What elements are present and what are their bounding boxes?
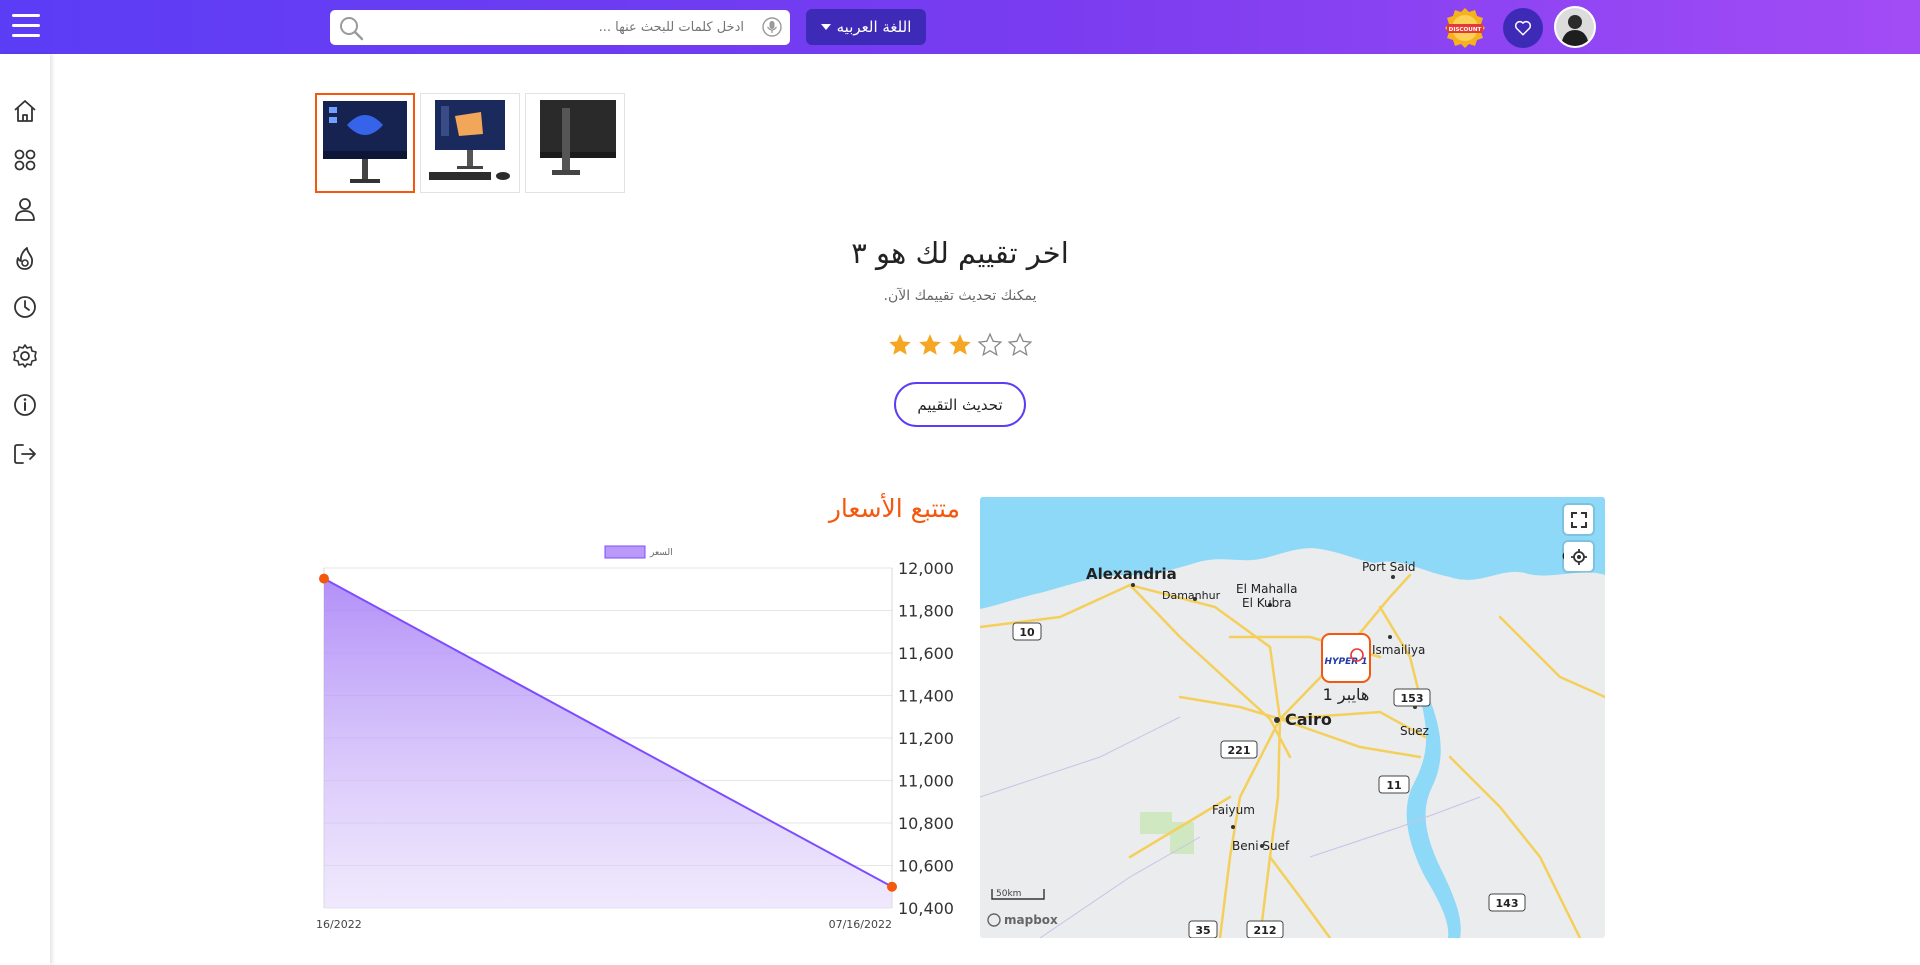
map-label: Port Said	[1362, 560, 1416, 574]
monitor-front-image	[323, 101, 407, 183]
rating-title: اخر تقييم لك هو ٣	[851, 236, 1069, 270]
sidebar	[0, 54, 50, 965]
geolocate-button[interactable]	[1564, 542, 1593, 571]
voice-search-icon[interactable]	[762, 17, 782, 37]
store-marker[interactable]: HYPER 1 هايبر 1	[1321, 633, 1371, 705]
language-label: اللغة العربيه	[836, 18, 912, 36]
road-shield: 153	[1401, 692, 1424, 705]
wishlist-button[interactable]	[1503, 8, 1543, 48]
map-label: Cairo	[1285, 710, 1332, 729]
store-label: هايبر 1	[1323, 685, 1370, 705]
road-shield: 221	[1228, 744, 1251, 757]
map-label: Faiyum	[1212, 803, 1255, 817]
road-shield: 10	[1019, 626, 1035, 639]
road-shield: 212	[1254, 924, 1277, 937]
clock-icon[interactable]	[12, 294, 38, 320]
grid-icon[interactable]	[12, 147, 38, 173]
gear-icon[interactable]	[12, 343, 38, 369]
star-filled-icon[interactable]	[947, 332, 973, 358]
y-tick-label: 11,000	[898, 772, 954, 791]
menu-icon[interactable]	[12, 14, 40, 38]
price-point[interactable]	[887, 881, 897, 892]
home-icon[interactable]	[12, 98, 38, 124]
fire-icon[interactable]	[12, 245, 38, 271]
map-label: El Kubra	[1242, 596, 1292, 610]
map-label: Ismailiya	[1372, 643, 1425, 657]
product-thumbnail[interactable]	[525, 93, 625, 193]
info-icon[interactable]	[12, 392, 38, 418]
legend-swatch[interactable]	[604, 545, 646, 559]
road-shield: 143	[1496, 897, 1519, 910]
map-label: El Mahalla	[1236, 582, 1297, 596]
road-shield: 11	[1386, 779, 1401, 792]
fullscreen-icon	[1570, 511, 1587, 528]
price-chart: السعر 12,000 11,800 11,600 11,400 11,200 11,0…	[316, 545, 954, 931]
price-point[interactable]	[319, 573, 329, 584]
legend-label: السعر	[649, 548, 673, 558]
monitor-keyboard-image	[429, 100, 510, 180]
star-filled-icon[interactable]	[887, 332, 913, 358]
star-empty-icon[interactable]	[1007, 332, 1033, 358]
user-photo-icon	[1556, 8, 1594, 46]
top-navbar: اللغة العربيه DISCOUNT	[0, 0, 1920, 54]
map-canvas: Alexandria Port Said El Mahalla El Kubra…	[980, 497, 1605, 938]
language-dropdown[interactable]: اللغة العربيه	[806, 9, 926, 45]
heart-icon	[1514, 20, 1532, 36]
y-tick-label: 11,200	[898, 729, 954, 748]
y-tick-label: 11,400	[898, 687, 954, 706]
rating-subtitle: يمكنك تحديث تقييمك الآن.	[883, 288, 1037, 304]
star-filled-icon[interactable]	[917, 332, 943, 358]
road-shield: 35	[1195, 924, 1210, 937]
locate-icon	[1570, 548, 1587, 565]
map-label: Beni Suef	[1232, 839, 1290, 853]
store-map[interactable]: Alexandria Port Said El Mahalla El Kubra…	[980, 497, 1605, 938]
search-input[interactable]	[370, 10, 750, 45]
map-scale: 50km	[996, 889, 1021, 899]
product-thumbnail[interactable]	[315, 93, 415, 193]
price-tracker-title: متتبع الأسعار	[828, 494, 960, 523]
map-label: Suez	[1400, 724, 1429, 738]
discount-badge-icon[interactable]: DISCOUNT	[1444, 7, 1486, 49]
avatar[interactable]	[1554, 6, 1596, 48]
y-tick-label: 10,800	[898, 814, 954, 833]
x-tick-label: 16/2022	[316, 918, 362, 931]
chevron-down-icon	[820, 24, 831, 30]
y-tick-label: 11,800	[898, 602, 954, 621]
fullscreen-button[interactable]	[1564, 505, 1593, 534]
map-label: Damanhur	[1162, 589, 1221, 602]
logout-icon[interactable]	[12, 441, 38, 467]
y-tick-label: 10,400	[898, 899, 954, 918]
map-label: Alexandria	[1086, 565, 1177, 583]
search-bar	[330, 10, 790, 45]
monitor-back-image	[540, 100, 616, 175]
x-tick-label: 07/16/2022	[829, 918, 892, 931]
discount-badge-text: DISCOUNT	[1449, 27, 1482, 33]
map-attribution: mapbox	[1004, 913, 1058, 927]
star-rating[interactable]	[885, 332, 1035, 362]
update-rating-button[interactable]: تحديث التقييم	[894, 382, 1026, 427]
user-icon[interactable]	[12, 196, 38, 222]
price-area	[324, 578, 892, 908]
product-thumbnail[interactable]	[420, 93, 520, 193]
search-icon[interactable]	[338, 15, 364, 41]
y-tick-label: 12,000	[898, 559, 954, 578]
star-empty-icon[interactable]	[977, 332, 1003, 358]
y-tick-label: 11,600	[898, 644, 954, 663]
y-tick-label: 10,600	[898, 857, 954, 876]
